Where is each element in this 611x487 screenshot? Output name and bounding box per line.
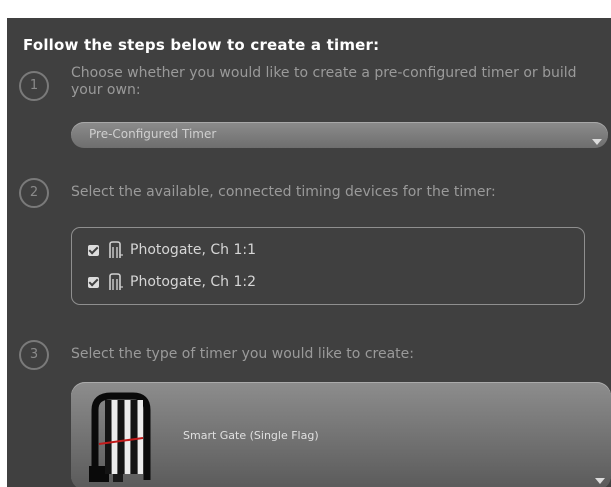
step-2-number: 2 xyxy=(29,185,39,200)
photogate-icon xyxy=(109,273,123,290)
step-3-number: 3 xyxy=(29,347,39,362)
device-1-checkbox[interactable] xyxy=(88,244,99,256)
timer-type-selector[interactable]: Smart Gate (Single Flag) xyxy=(71,382,611,487)
device-list: Photogate, Ch 1:1 Photogate, Ch 1:2 xyxy=(71,227,585,305)
device-row-2[interactable]: Photogate, Ch 1:2 xyxy=(88,272,256,292)
create-timer-panel: Follow the steps below to create a timer… xyxy=(7,18,611,487)
step-1-number: 1 xyxy=(29,78,39,93)
smart-gate-icon xyxy=(89,392,151,482)
step-2-badge: 2 xyxy=(19,178,49,208)
device-2-label: Photogate, Ch 1:2 xyxy=(130,274,257,290)
timer-mode-dropdown[interactable]: Pre-Configured Timer xyxy=(71,122,608,148)
device-1-label: Photogate, Ch 1:1 xyxy=(130,242,257,258)
timer-type-selected: Smart Gate (Single Flag) xyxy=(183,429,319,442)
step-3-badge: 3 xyxy=(19,340,49,370)
panel-title: Follow the steps below to create a timer… xyxy=(23,36,380,54)
step-2-instruction: Select the available, connected timing d… xyxy=(71,184,496,200)
step-3-instruction: Select the type of timer you would like … xyxy=(71,346,414,362)
chevron-down-icon xyxy=(595,478,605,484)
photogate-icon xyxy=(109,241,123,258)
step-1-badge: 1 xyxy=(19,71,49,101)
device-row-1[interactable]: Photogate, Ch 1:1 xyxy=(88,240,256,260)
timer-mode-selected: Pre-Configured Timer xyxy=(89,127,217,141)
chevron-down-icon xyxy=(592,139,602,145)
device-2-checkbox[interactable] xyxy=(88,276,99,288)
step-1-instruction: Choose whether you would like to create … xyxy=(71,65,577,98)
